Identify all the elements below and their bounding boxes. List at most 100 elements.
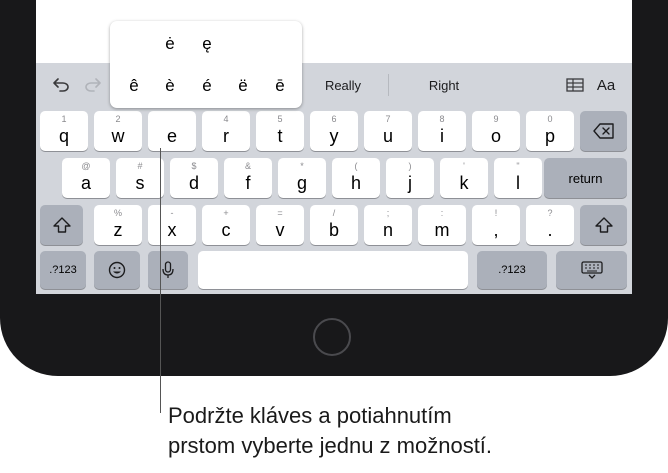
key-main-label: q (58, 126, 69, 146)
numbers-right-key[interactable]: .?123 (477, 251, 547, 289)
accent-option[interactable]: ē (265, 76, 295, 96)
space-key[interactable] (198, 251, 468, 289)
shift-right-icon (580, 205, 627, 245)
keyboard-hide-key[interactable] (556, 251, 627, 289)
key-z[interactable]: % z (94, 205, 142, 245)
key-main-label: u (382, 126, 393, 146)
key-alt-label: ' (463, 161, 465, 171)
key-q[interactable]: 1q (40, 111, 88, 151)
key-.[interactable]: ?. (526, 205, 574, 245)
key-alt-label: $ (191, 161, 197, 171)
emoji-icon (94, 251, 140, 289)
key-alt-label: 9 (493, 114, 499, 124)
key-b[interactable]: / b (310, 205, 358, 245)
suggestion-really[interactable]: Really (298, 63, 388, 107)
accent-option[interactable]: ė (155, 34, 185, 54)
accent-option[interactable]: é (192, 76, 222, 96)
key-j[interactable]: ) j (386, 158, 434, 198)
key-alt-label: 0 (547, 114, 553, 124)
key-l[interactable]: " l (494, 158, 542, 198)
key-f[interactable]: & f (224, 158, 272, 198)
microphone-icon (148, 251, 188, 289)
key-alt-label: = (277, 208, 283, 218)
key-alt-label: 4 (223, 114, 229, 124)
key-u[interactable]: 7u (364, 111, 412, 151)
accent-option[interactable]: ê (119, 76, 149, 96)
key-y[interactable]: 6y (310, 111, 358, 151)
numbers-right-key-label: .?123 (498, 264, 526, 276)
key-s[interactable]: # s (116, 158, 164, 198)
keyboard-hide-icon (556, 251, 627, 289)
key-a[interactable]: @ a (62, 158, 110, 198)
key-t[interactable]: 5t (256, 111, 304, 151)
key-w[interactable]: 2w (94, 111, 142, 151)
key-main-label: n (382, 220, 393, 240)
microphone-key[interactable] (148, 251, 188, 289)
key-k[interactable]: ' k (440, 158, 488, 198)
accent-option[interactable]: ë (228, 76, 258, 96)
key-main-label: i (440, 126, 444, 146)
key-c[interactable]: + c (202, 205, 250, 245)
key-alt-label: & (244, 161, 251, 171)
format-button[interactable]: Aa (592, 63, 620, 107)
callout-caption: Podržte kláves a potiahnutím prstom vybe… (168, 401, 492, 461)
key-main-label: v (275, 220, 285, 240)
key-alt-label: " (516, 161, 520, 171)
caption-line-2: prstom vyberte jednu z možností. (168, 433, 493, 458)
key-alt-label: # (137, 161, 143, 171)
callout-line (160, 148, 161, 413)
key-g[interactable]: * g (278, 158, 326, 198)
key-main-label: m (434, 220, 450, 240)
accent-option[interactable]: è (155, 76, 185, 96)
emoji-key[interactable] (94, 251, 140, 289)
key-alt-label: * (300, 161, 304, 171)
key-x[interactable]: -x (148, 205, 196, 245)
key-p[interactable]: 0p (526, 111, 574, 151)
key-alt-label: - (170, 208, 174, 218)
key-main-label: s (135, 173, 145, 193)
redo-arrow-icon[interactable] (80, 63, 106, 107)
suggestion-right[interactable]: Right (398, 63, 490, 107)
key-alt-label: 7 (385, 114, 391, 124)
key-h[interactable]: (h (332, 158, 380, 198)
delete-icon (580, 111, 627, 151)
key-alt-label: 2 (115, 114, 121, 124)
key-main-label: p (544, 126, 555, 146)
key-alt-label: 5 (277, 114, 283, 124)
key-main-label: o (490, 126, 501, 146)
key-v[interactable]: = v (256, 205, 304, 245)
caption-line-1: Podržte kláves a potiahnutím (168, 403, 452, 428)
shift-left-icon (40, 205, 83, 245)
key-n[interactable]: ; n (364, 205, 412, 245)
key-e[interactable]: e (148, 111, 196, 151)
accent-option[interactable]: ę (192, 34, 222, 54)
undo-arrow-icon[interactable] (48, 63, 74, 107)
key-main-label: , (493, 220, 499, 240)
key-main-label: d (188, 173, 199, 193)
accent-popup: ė ę ê è é ë ē (110, 21, 302, 108)
return-key[interactable]: return (544, 158, 627, 198)
key-main-label: k (459, 173, 469, 193)
key-main-label: y (329, 126, 339, 146)
shift-right-key[interactable] (580, 205, 627, 245)
home-button[interactable] (313, 318, 351, 356)
key-alt-label: ( (354, 161, 358, 171)
numbers-left-key[interactable]: .?123 (40, 251, 86, 289)
key-alt-label: 6 (331, 114, 337, 124)
table-icon[interactable] (563, 63, 587, 107)
shift-left-key[interactable] (40, 205, 83, 245)
key-alt-label: 1 (61, 114, 67, 124)
key-main-label: e (166, 126, 177, 146)
key-,[interactable]: !, (472, 205, 520, 245)
key-alt-label: ! (494, 208, 498, 218)
key-alt-label: % (113, 208, 122, 218)
key-d[interactable]: $ d (170, 158, 218, 198)
key-i[interactable]: 8i (418, 111, 466, 151)
key-m[interactable]: :m (418, 205, 466, 245)
return-key-label: return (568, 170, 603, 186)
key-r[interactable]: 4r (202, 111, 250, 151)
delete-key[interactable] (580, 111, 627, 151)
numbers-left-key-label: .?123 (49, 264, 77, 276)
key-main-label: w (111, 126, 125, 146)
key-o[interactable]: 9o (472, 111, 520, 151)
